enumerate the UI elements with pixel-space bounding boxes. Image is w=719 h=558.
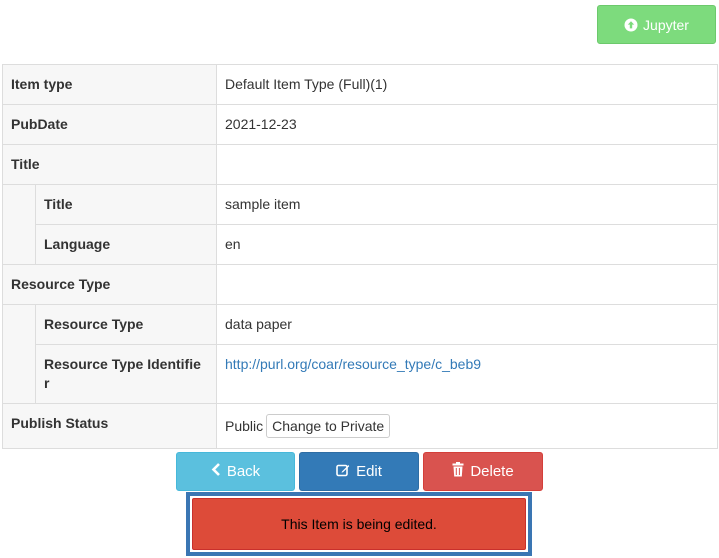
indent-spacer: [2, 184, 36, 225]
edit-label: Edit: [356, 463, 382, 480]
resource-identifier-link[interactable]: http://purl.org/coar/resource_type/c_beb…: [225, 356, 481, 372]
jupyter-button[interactable]: Jupyter: [597, 5, 716, 44]
metadata-table: Item type Default Item Type (Full)(1) Pu…: [2, 64, 718, 449]
row-item-type: Item type Default Item Type (Full)(1): [2, 64, 718, 105]
publish-status-value: Public: [225, 417, 264, 434]
delete-label: Delete: [470, 463, 514, 480]
title-key: Title: [44, 196, 73, 212]
delete-button[interactable]: Delete: [423, 452, 543, 491]
row-resource-identifier: Resource Type Identifie r http://purl.or…: [2, 344, 718, 404]
row-title-group: Title: [2, 144, 718, 185]
item-type-key: Item type: [11, 76, 73, 92]
action-buttons: Back Edit Delete: [176, 452, 543, 491]
back-label: Back: [226, 463, 261, 480]
alert-message: This Item is being edited.: [281, 516, 437, 532]
resource-identifier-key: Resource Type Identifie r: [44, 356, 201, 391]
title-group-key: Title: [11, 156, 40, 172]
editing-alert: This Item is being edited.: [192, 498, 526, 550]
row-title: Title sample item: [2, 184, 718, 225]
resource-group-key: Resource Type: [11, 276, 111, 292]
item-type-value: Default Item Type (Full)(1): [225, 76, 388, 92]
pubdate-key: PubDate: [11, 116, 68, 132]
edit-icon: [336, 463, 350, 481]
trash-icon: [452, 462, 464, 481]
back-button[interactable]: Back: [176, 452, 295, 491]
chevron-left-icon: [211, 463, 221, 480]
resource-type-key: Resource Type: [44, 316, 144, 332]
indent-spacer: [2, 304, 36, 345]
row-pubdate: PubDate 2021-12-23: [2, 104, 718, 145]
jupyter-label: Jupyter: [643, 16, 689, 33]
row-publish-status: Publish Status Public Change to Private: [2, 403, 718, 449]
edit-button[interactable]: Edit: [299, 452, 419, 491]
change-to-private-button[interactable]: Change to Private: [266, 413, 391, 438]
indent-spacer: [2, 344, 36, 404]
row-resource-type: Resource Type data paper: [2, 304, 718, 345]
indent-spacer: [2, 224, 36, 265]
language-key: Language: [44, 236, 111, 252]
title-value: sample item: [225, 196, 301, 212]
publish-status-key: Publish Status: [11, 415, 109, 431]
row-language: Language en: [2, 224, 718, 265]
language-value: en: [225, 236, 241, 252]
alert-frame: This Item is being edited.: [186, 492, 532, 556]
resource-type-value: data paper: [225, 316, 292, 332]
arrow-circle-up-icon: [624, 18, 638, 32]
pubdate-value: 2021-12-23: [225, 116, 297, 132]
row-resource-group: Resource Type: [2, 264, 718, 305]
